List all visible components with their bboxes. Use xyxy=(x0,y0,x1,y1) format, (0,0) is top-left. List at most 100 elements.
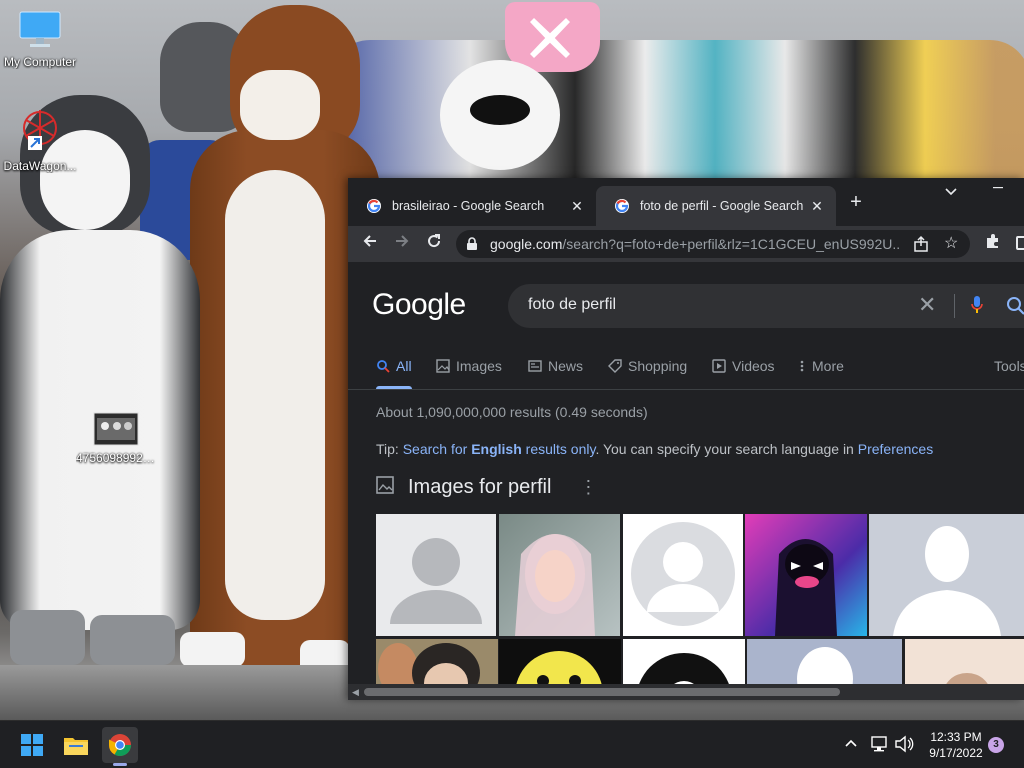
tab-title: foto de perfil - Google Search xyxy=(640,199,804,213)
image-result[interactable] xyxy=(376,639,498,688)
tip-text: . You can specify your search language i… xyxy=(595,441,858,457)
tab-title: brasileirao - Google Search xyxy=(392,199,545,213)
image-result[interactable] xyxy=(747,639,902,688)
tab-videos[interactable]: Videos xyxy=(712,358,775,374)
images-section-title[interactable]: Images for perfil xyxy=(408,476,551,499)
network-icon[interactable] xyxy=(870,735,888,758)
tip-link-text: Search for xyxy=(402,441,472,457)
scroll-left-icon[interactable]: ◀ xyxy=(352,687,359,698)
notification-badge[interactable]: 3 xyxy=(988,737,1004,753)
desktop-icon-datawagon[interactable]: DataWagon... xyxy=(0,106,80,173)
active-tab-indicator xyxy=(376,386,412,389)
desktop-icon-image-file[interactable]: 4756098992_... xyxy=(76,412,156,465)
taskbar: 12:33 PM 9/17/2022 3 xyxy=(0,720,1024,768)
images-section-header: Images for perfil ⋮ xyxy=(376,472,597,502)
tab-label: Images xyxy=(456,358,502,374)
google-favicon-icon xyxy=(366,198,382,214)
news-icon xyxy=(528,359,542,373)
tag-icon xyxy=(608,359,622,373)
extensions-icon[interactable] xyxy=(984,232,1002,255)
chrome-taskbar-button[interactable] xyxy=(102,727,138,763)
horizontal-scrollbar[interactable]: ◀ xyxy=(348,684,1024,700)
microphone-icon[interactable] xyxy=(970,295,984,320)
close-icon[interactable]: ✕ xyxy=(808,198,826,215)
desktop-icon-my-computer[interactable]: My Computer xyxy=(0,10,80,69)
search-icon xyxy=(376,359,390,373)
monitor-icon xyxy=(0,10,80,53)
tip-link-bold: English xyxy=(471,441,522,457)
new-tab-button[interactable]: + xyxy=(846,192,866,212)
tip-link-text: results only xyxy=(521,441,596,457)
start-button[interactable] xyxy=(14,727,50,763)
close-icon[interactable]: ✕ xyxy=(568,198,586,215)
desktop-icon-label: DataWagon... xyxy=(3,159,77,173)
tab-label: Shopping xyxy=(628,358,688,374)
folder-icon xyxy=(64,738,88,755)
search-tabs: All Images News Shopping Videos More Too… xyxy=(348,350,1024,390)
tab-label: More xyxy=(812,358,844,374)
english-results-link[interactable]: Search for English results only xyxy=(403,441,596,457)
image-result[interactable] xyxy=(869,514,1024,636)
shortcut-icon xyxy=(0,106,80,157)
running-app-indicator xyxy=(113,763,127,766)
clear-icon[interactable]: ✕ xyxy=(918,294,936,316)
address-bar[interactable]: google.com/search?q=foto+de+perfil&rlz=1… xyxy=(456,230,970,258)
url-path: /search?q=foto+de+perfil&rlz=1C1GCEU_enU… xyxy=(562,236,900,252)
forward-icon[interactable] xyxy=(390,232,414,256)
tab-shopping[interactable]: Shopping xyxy=(608,358,687,374)
image-result[interactable] xyxy=(745,514,867,636)
image-result[interactable] xyxy=(376,514,496,636)
search-icon[interactable] xyxy=(1006,296,1024,321)
scrollbar-thumb[interactable] xyxy=(364,688,840,696)
back-icon[interactable] xyxy=(358,232,382,256)
image-result[interactable] xyxy=(499,639,621,688)
tab-label: All xyxy=(396,358,412,374)
lock-icon xyxy=(466,237,478,256)
tab-label: News xyxy=(548,358,584,374)
minimize-button[interactable] xyxy=(988,180,1008,204)
clock-time: 12:33 PM xyxy=(930,730,982,744)
image-result[interactable] xyxy=(905,639,1024,688)
search-input[interactable] xyxy=(528,296,908,314)
preferences-link[interactable]: Preferences xyxy=(858,441,933,457)
tab-search-icon[interactable] xyxy=(944,186,958,200)
result-stats: About 1,090,000,000 results (0.49 second… xyxy=(376,404,648,420)
desktop-icon-label: 4756098992_... xyxy=(76,451,156,465)
tab-brasileirao[interactable]: brasileirao - Google Search ✕ xyxy=(348,186,596,226)
search-results-page: Google ✕ All Images News xyxy=(348,262,1024,688)
tab-more[interactable]: More xyxy=(800,358,844,374)
tab-label: Videos xyxy=(732,358,775,374)
side-panel-icon[interactable] xyxy=(1016,236,1024,250)
volume-icon[interactable] xyxy=(894,735,914,758)
chrome-icon xyxy=(109,734,131,756)
kebab-icon[interactable]: ⋮ xyxy=(579,477,597,498)
language-tip: Tip: Search for English results only. Yo… xyxy=(376,441,933,457)
image-result[interactable] xyxy=(623,514,743,636)
image-icon xyxy=(436,359,450,373)
google-logo[interactable]: Google xyxy=(372,288,466,322)
tab-all[interactable]: All xyxy=(376,358,412,374)
image-result[interactable] xyxy=(623,639,745,688)
file-explorer-button[interactable] xyxy=(58,727,94,763)
image-icon xyxy=(376,475,394,499)
system-clock[interactable]: 12:33 PM 9/17/2022 xyxy=(918,729,994,761)
tab-foto-de-perfil[interactable]: foto de perfil - Google Search ✕ xyxy=(596,186,836,226)
show-hidden-icons-chevron-icon[interactable] xyxy=(844,735,858,751)
browser-window: brasileirao - Google Search ✕ foto de pe… xyxy=(348,178,1024,700)
image-file-icon xyxy=(76,412,156,449)
bookmark-star-icon[interactable]: ☆ xyxy=(944,233,958,253)
play-icon xyxy=(712,359,726,373)
kebab-icon xyxy=(800,359,806,373)
reload-icon[interactable] xyxy=(422,232,446,256)
tab-news[interactable]: News xyxy=(528,358,583,374)
search-box[interactable]: ✕ xyxy=(508,284,1024,328)
tip-prefix: Tip: xyxy=(376,441,403,457)
tab-images[interactable]: Images xyxy=(436,358,502,374)
tools-button[interactable]: Tools xyxy=(994,358,1024,374)
image-result[interactable] xyxy=(499,514,620,636)
tab-strip: brasileirao - Google Search ✕ foto de pe… xyxy=(348,178,1024,226)
url-host: google.com xyxy=(490,236,563,252)
desktop-icon-label: My Computer xyxy=(3,55,77,69)
share-icon[interactable] xyxy=(912,235,930,258)
browser-toolbar: google.com/search?q=foto+de+perfil&rlz=1… xyxy=(348,226,1024,262)
